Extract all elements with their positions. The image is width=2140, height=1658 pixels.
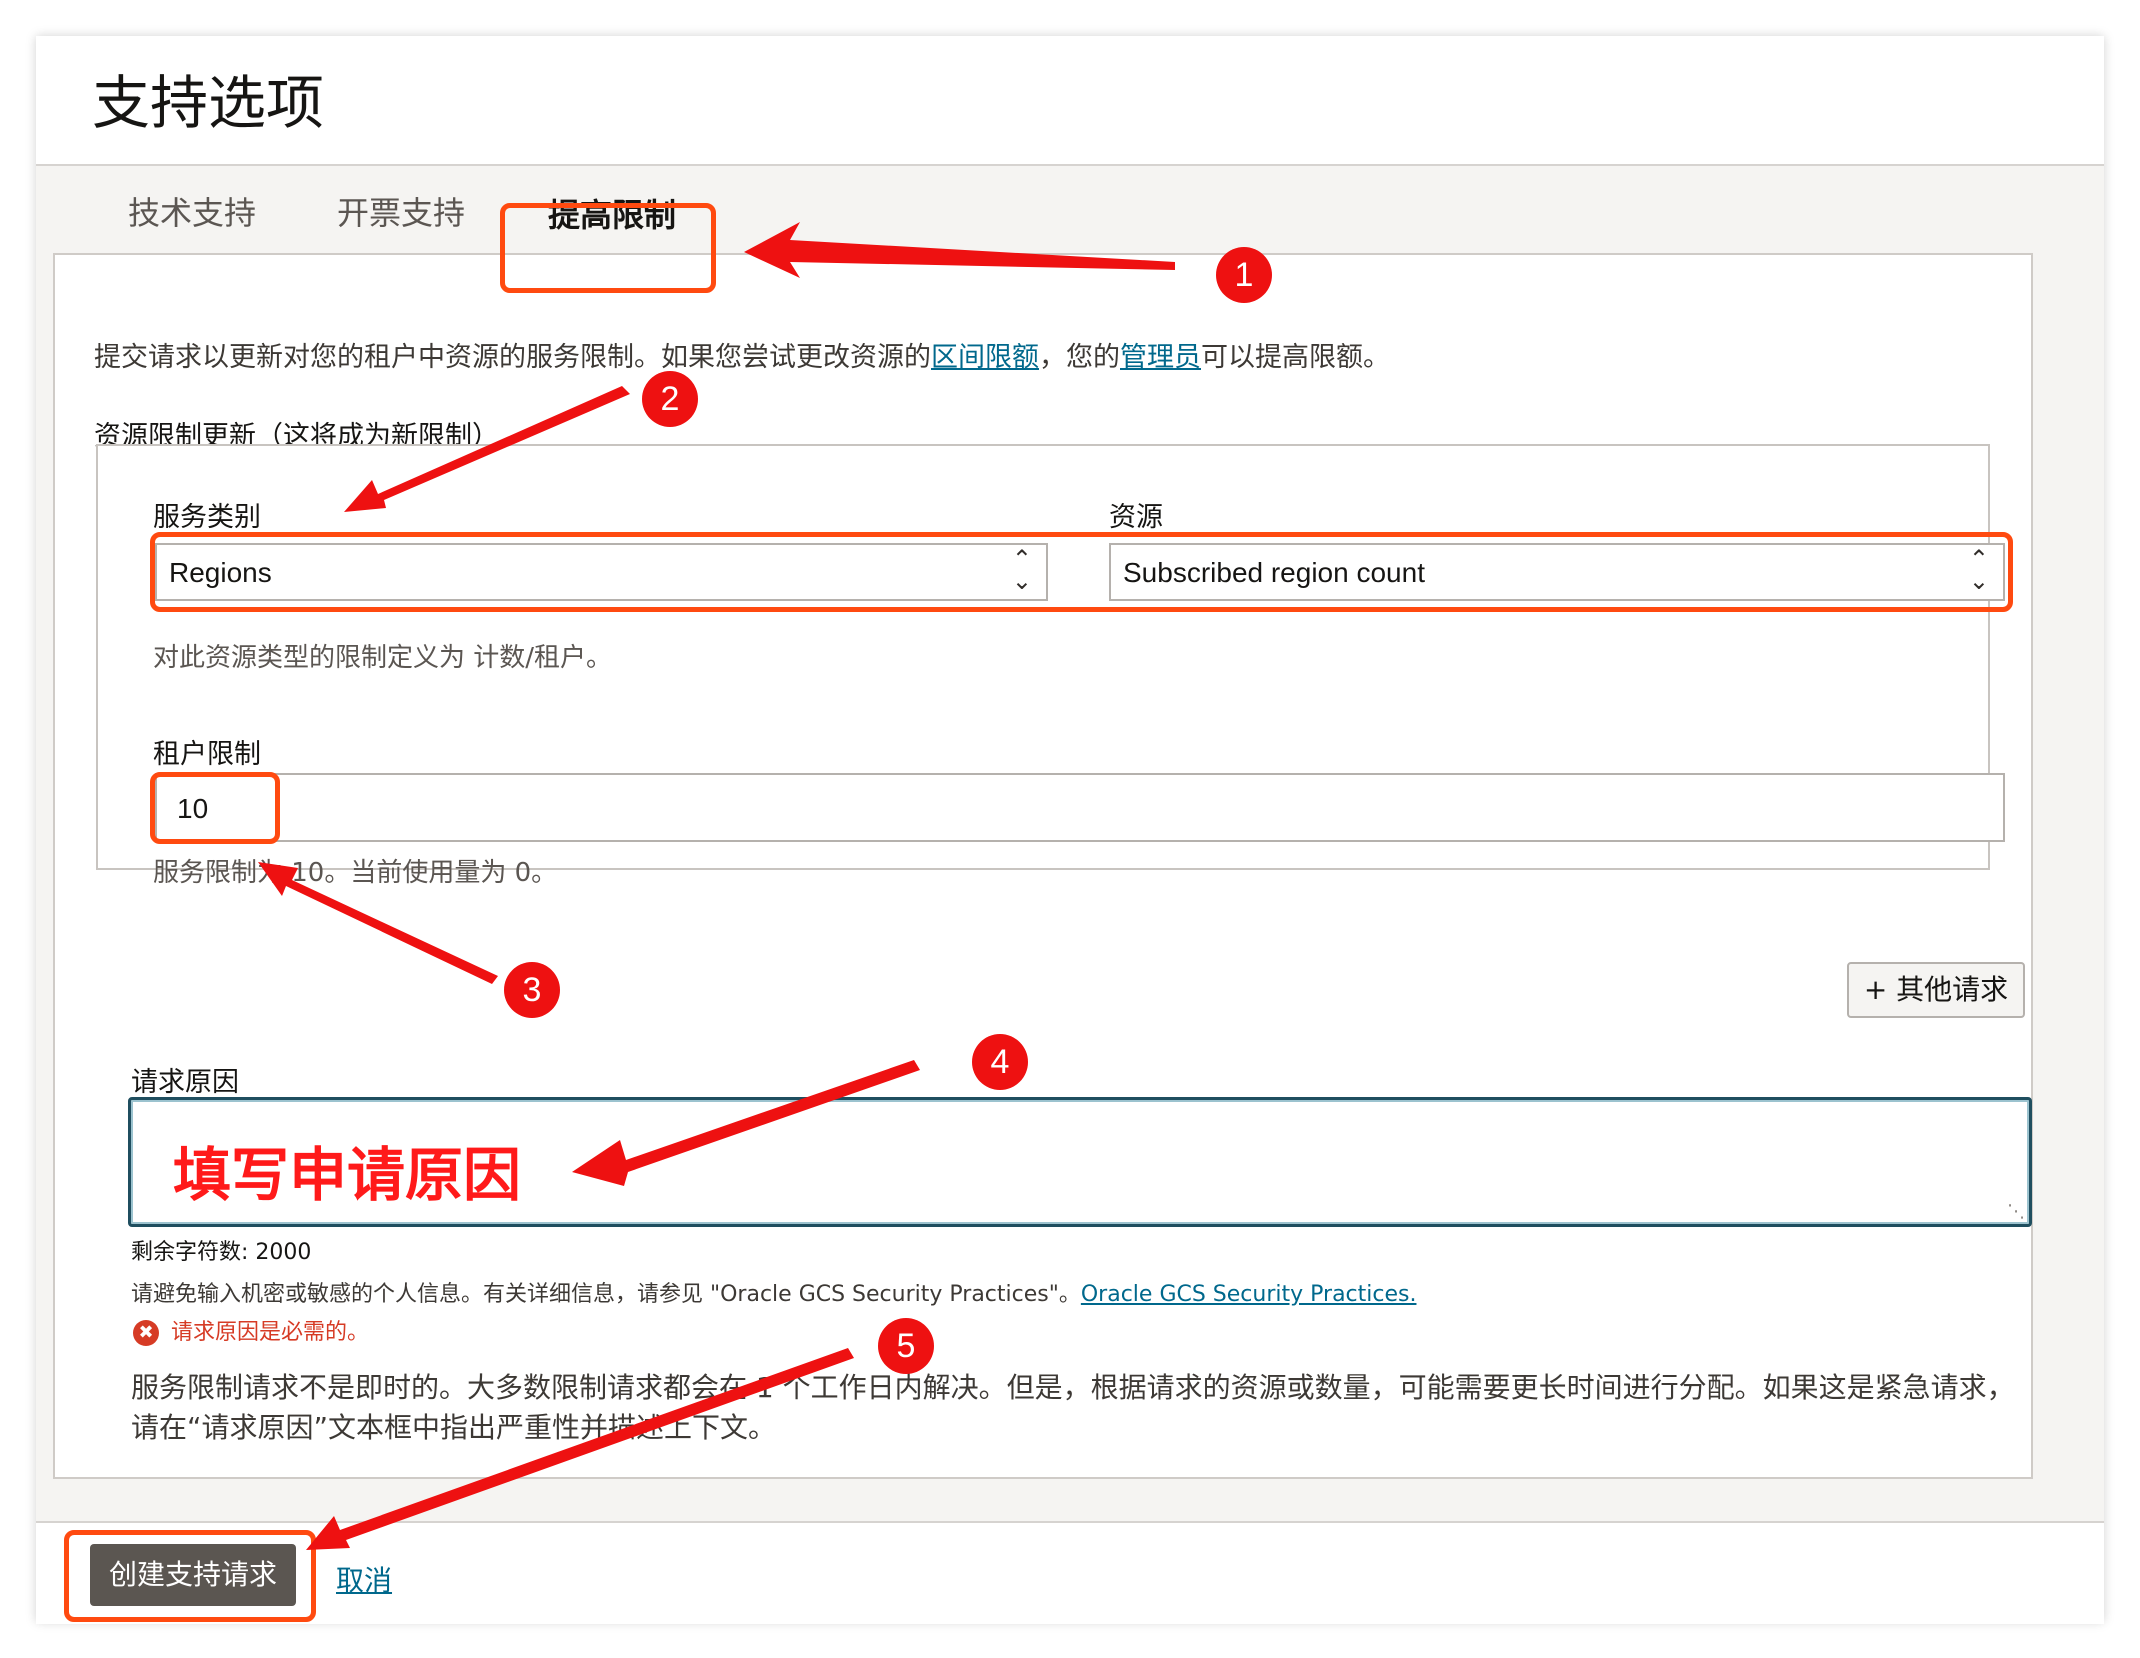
step-badge-2: 2 — [642, 371, 698, 427]
step-badge-4: 4 — [972, 1034, 1028, 1090]
step-badge-3: 3 — [504, 962, 560, 1018]
arrow-4 — [572, 1060, 920, 1186]
step-badge-5: 5 — [878, 1318, 934, 1374]
arrow-5 — [306, 1348, 854, 1550]
arrow-1 — [744, 222, 1175, 278]
arrow-2 — [344, 386, 630, 512]
step-badge-1: 1 — [1216, 247, 1272, 303]
arrow-3 — [258, 862, 498, 984]
annotation-arrows — [258, 222, 1175, 1550]
